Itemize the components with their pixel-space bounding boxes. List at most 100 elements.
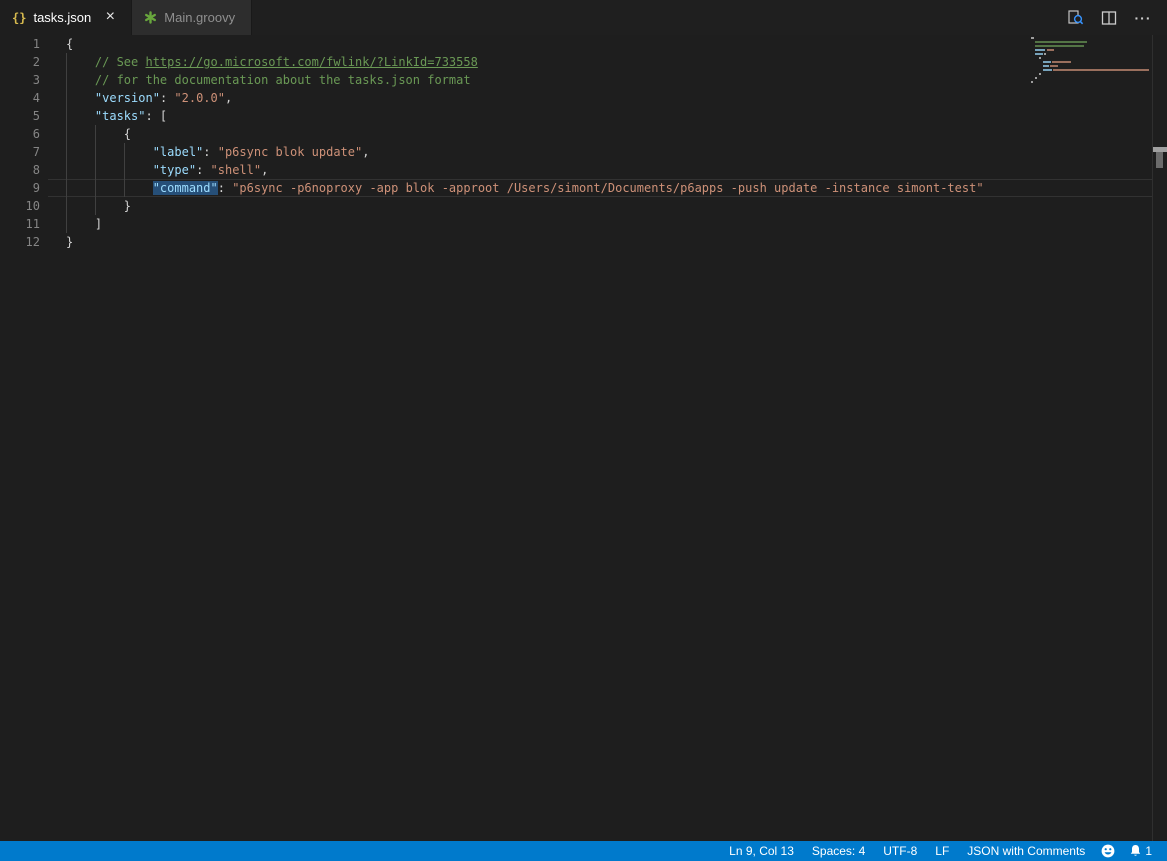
token-punct: , (362, 145, 369, 159)
token-plain (66, 109, 95, 123)
token-str: "2.0.0" (174, 91, 225, 105)
tab-label: Main.groovy (164, 10, 235, 25)
minimap-row (1031, 69, 1151, 71)
token-punct: { (66, 37, 73, 51)
line-number[interactable]: 2 (0, 53, 40, 71)
tab-tasks-json[interactable]: {} tasks.json × (0, 0, 132, 35)
line-number[interactable]: 3 (0, 71, 40, 89)
code-line-1[interactable]: 1{ (0, 35, 1152, 53)
minimap-segment (1050, 65, 1058, 67)
code-line-12[interactable]: 12} (0, 233, 1152, 251)
code-editor[interactable]: 1{2 // See https://go.microsoft.com/fwli… (0, 35, 1167, 841)
minimap[interactable] (1031, 37, 1151, 85)
line-content: // See https://go.microsoft.com/fwlink/?… (66, 53, 478, 71)
line-content: "command": "p6sync -p6noproxy -app blok … (66, 179, 984, 197)
close-tab-icon[interactable]: × (101, 9, 119, 27)
token-plain (66, 145, 153, 159)
line-number[interactable]: 12 (0, 233, 40, 251)
token-punct: { (124, 127, 131, 141)
line-content: // for the documentation about the tasks… (66, 71, 471, 89)
code-line-4[interactable]: 4 "version": "2.0.0", (0, 89, 1152, 107)
status-cursor-position[interactable]: Ln 9, Col 13 (720, 841, 803, 861)
token-punct: : (218, 181, 232, 195)
minimap-row (1031, 73, 1151, 75)
minimap-segment (1039, 57, 1041, 59)
token-str: "shell" (211, 163, 262, 177)
minimap-segment (1035, 41, 1087, 43)
token-key: "type" (153, 163, 196, 177)
minimap-row (1031, 53, 1151, 55)
token-plain (66, 163, 153, 177)
line-number[interactable]: 6 (0, 125, 40, 143)
code-line-3[interactable]: 3 // for the documentation about the tas… (0, 71, 1152, 89)
line-number[interactable]: 7 (0, 143, 40, 161)
minimap-segment (1043, 69, 1052, 71)
line-number[interactable]: 11 (0, 215, 40, 233)
line-content: "label": "p6sync blok update", (66, 143, 369, 161)
minimap-row (1031, 41, 1151, 43)
minimap-row (1031, 77, 1151, 79)
code-area[interactable]: 1{2 // See https://go.microsoft.com/fwli… (0, 35, 1152, 251)
minimap-row (1031, 57, 1151, 59)
code-line-8[interactable]: 8 "type": "shell", (0, 161, 1152, 179)
line-content: "tasks": [ (66, 107, 167, 125)
status-indentation[interactable]: Spaces: 4 (803, 841, 874, 861)
code-line-7[interactable]: 7 "label": "p6sync blok update", (0, 143, 1152, 161)
minimap-segment (1035, 53, 1043, 55)
minimap-row (1031, 45, 1151, 47)
notifications-bell-icon[interactable]: 1 (1122, 841, 1159, 861)
line-number[interactable]: 1 (0, 35, 40, 53)
line-content: { (66, 35, 73, 53)
code-line-5[interactable]: 5 "tasks": [ (0, 107, 1152, 125)
minimap-segment (1043, 61, 1051, 63)
token-punct: : [ (145, 109, 167, 123)
tab-label: tasks.json (33, 10, 91, 25)
code-line-2[interactable]: 2 // See https://go.microsoft.com/fwlink… (0, 53, 1152, 71)
token-plain (66, 127, 124, 141)
status-encoding[interactable]: UTF-8 (874, 841, 926, 861)
minimap-row (1031, 61, 1151, 63)
token-punct: : (160, 91, 174, 105)
line-number[interactable]: 4 (0, 89, 40, 107)
line-number[interactable]: 5 (0, 107, 40, 125)
token-punct: , (225, 91, 232, 105)
status-language-mode[interactable]: JSON with Comments (958, 841, 1094, 861)
tab-main-groovy[interactable]: Main.groovy (132, 0, 252, 35)
line-number[interactable]: 8 (0, 161, 40, 179)
minimap-segment (1035, 49, 1045, 51)
token-plain (66, 199, 124, 213)
more-actions-icon[interactable]: ··· (1133, 8, 1153, 28)
status-eol[interactable]: LF (926, 841, 958, 861)
line-content: ] (66, 215, 102, 233)
minimap-segment (1031, 81, 1033, 83)
minimap-segment (1031, 37, 1034, 39)
line-number[interactable]: 9 (0, 179, 40, 197)
code-line-11[interactable]: 11 ] (0, 215, 1152, 233)
code-line-10[interactable]: 10 } (0, 197, 1152, 215)
token-punct: } (66, 235, 73, 249)
line-content: } (66, 197, 131, 215)
token-punct: ] (95, 217, 102, 231)
code-line-6[interactable]: 6 { (0, 125, 1152, 143)
editor-tab-bar: {} tasks.json × Main.groovy (0, 0, 1167, 35)
token-str: "p6sync blok update" (218, 145, 363, 159)
token-link: https://go.microsoft.com/fwlink/?LinkId=… (145, 55, 477, 69)
notification-count: 1 (1145, 844, 1152, 858)
split-editor-icon[interactable] (1099, 8, 1119, 28)
groovy-file-icon (144, 11, 157, 24)
minimap-segment (1052, 61, 1071, 63)
code-line-9[interactable]: 9 "command": "p6sync -p6noproxy -app blo… (0, 179, 1152, 197)
minimap-row (1031, 37, 1151, 39)
token-comment: // See (66, 55, 145, 69)
token-punct: : (203, 145, 217, 159)
open-changes-search-icon[interactable] (1065, 8, 1085, 28)
overview-ruler[interactable] (1152, 35, 1167, 841)
tab-bar-spacer (252, 0, 1065, 35)
token-punct: : (196, 163, 210, 177)
status-items: Ln 9, Col 13Spaces: 4UTF-8LFJSON with Co… (720, 841, 1094, 861)
minimap-segment (1053, 69, 1149, 71)
line-number[interactable]: 10 (0, 197, 40, 215)
feedback-smiley-icon[interactable] (1094, 841, 1122, 861)
line-content: "version": "2.0.0", (66, 89, 232, 107)
line-content: "type": "shell", (66, 161, 268, 179)
